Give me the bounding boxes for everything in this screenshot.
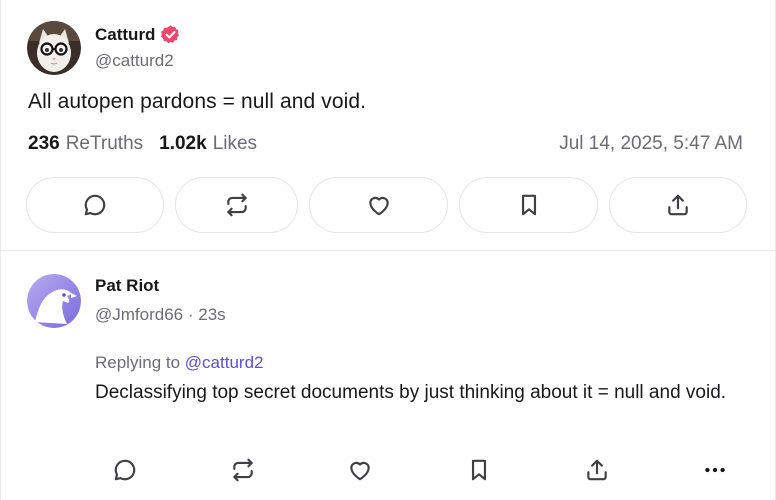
retruth-button[interactable] [175, 177, 298, 233]
comment-icon [84, 194, 106, 216]
bookmark-icon [521, 194, 536, 216]
replying-to-mention[interactable]: @catturd2 [185, 353, 264, 372]
reply-handle[interactable]: @Jmford66 [95, 305, 183, 324]
repost-icon [226, 193, 247, 217]
reply-handle-row: @Jmford66 · 23s [95, 305, 226, 325]
heart-icon [350, 461, 370, 481]
reply-author: Pat Riot @Jmford66 · 23s [95, 274, 226, 328]
reply-time-ago: 23s [198, 305, 226, 324]
post-header: Catturd @catturd2 [27, 21, 181, 75]
reply-bookmark-button[interactable] [461, 452, 497, 488]
share-button[interactable] [609, 177, 747, 233]
reply-share-button[interactable] [579, 452, 615, 488]
retruths-label: ReTruths [65, 133, 144, 154]
likes-count: 1.02k [159, 133, 207, 154]
engagement-stats: 236 ReTruths 1.02k Likes [28, 133, 257, 155]
heart-icon [368, 196, 389, 216]
reply-header: Pat Riot @Jmford66 · 23s [27, 274, 226, 328]
more-icon [705, 467, 725, 473]
replying-to-label: Replying to [95, 353, 181, 372]
catturd-avatar[interactable] [27, 21, 81, 75]
pat-riot-avatar[interactable] [27, 274, 81, 328]
replying-to-line: Replying to @catturd2 [95, 353, 263, 373]
reply-retruth-button[interactable] [225, 452, 261, 488]
likes-label: Likes [212, 133, 258, 154]
post-action-bar [26, 177, 747, 233]
share-icon [587, 459, 607, 481]
bookmark-icon [471, 459, 487, 481]
comment-icon [114, 459, 136, 481]
post-body-text: All autopen pardons = null and void. [28, 90, 367, 113]
verified-badge-icon [161, 25, 180, 44]
reply-reply-button[interactable] [107, 452, 143, 488]
retruths-count: 236 [28, 133, 60, 154]
reply-more-button[interactable] [697, 452, 733, 488]
likes-stat[interactable]: 1.02k Likes [159, 133, 257, 155]
author-handle[interactable]: @catturd2 [95, 51, 181, 71]
reply-body-text: Declassifying top secret documents by ju… [95, 382, 727, 403]
thread-divider [1, 250, 775, 251]
repost-icon [233, 458, 253, 482]
reply-like-button[interactable] [342, 452, 378, 488]
share-icon [668, 194, 688, 216]
post-author: Catturd @catturd2 [95, 21, 181, 75]
post-timestamp: Jul 14, 2025, 5:47 AM [559, 133, 743, 154]
like-button[interactable] [309, 177, 448, 233]
post-stats: 236 ReTruths 1.02k Likes Jul 14, 2025, 5:4… [28, 133, 743, 155]
meta-separator: · [187, 305, 194, 324]
author-display-name[interactable]: Catturd [95, 25, 155, 45]
post-name-row: Catturd [95, 24, 181, 45]
truth-thread: Catturd @catturd2 All autopen pardons = … [0, 0, 776, 500]
bookmark-button[interactable] [459, 177, 598, 233]
reply-button[interactable] [26, 177, 164, 233]
reply-action-bar [95, 452, 735, 488]
reply-display-name[interactable]: Pat Riot [95, 276, 226, 296]
retruths-stat[interactable]: 236 ReTruths [28, 133, 143, 155]
